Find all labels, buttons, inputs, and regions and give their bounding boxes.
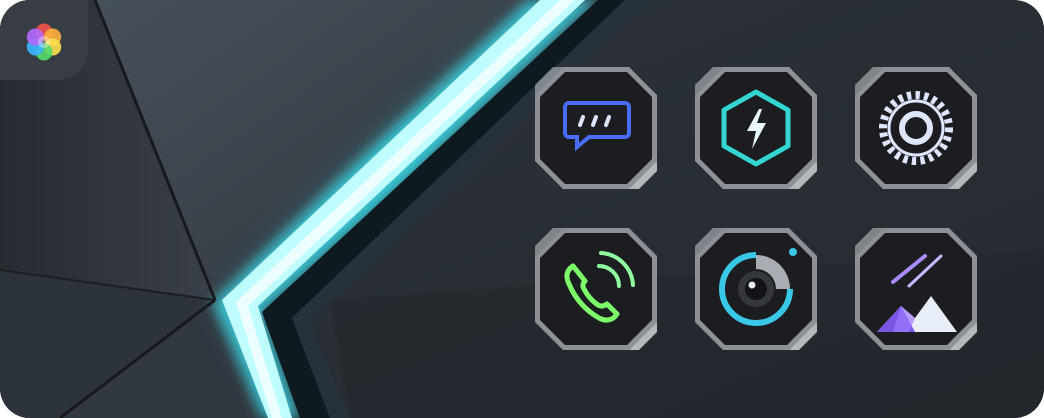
wallpaper (0, 0, 1044, 418)
settings-app-icon[interactable] (853, 65, 979, 191)
camera-app-icon[interactable] (693, 226, 819, 352)
power-app-icon[interactable] (693, 65, 819, 191)
message-app-icon[interactable] (533, 65, 659, 191)
gallery-app-icon[interactable] (853, 226, 979, 352)
theme-preview-card (0, 0, 1044, 418)
theme-app-logo-icon (26, 23, 62, 61)
phone-app-icon[interactable] (533, 226, 659, 352)
app-badge[interactable] (0, 0, 88, 80)
